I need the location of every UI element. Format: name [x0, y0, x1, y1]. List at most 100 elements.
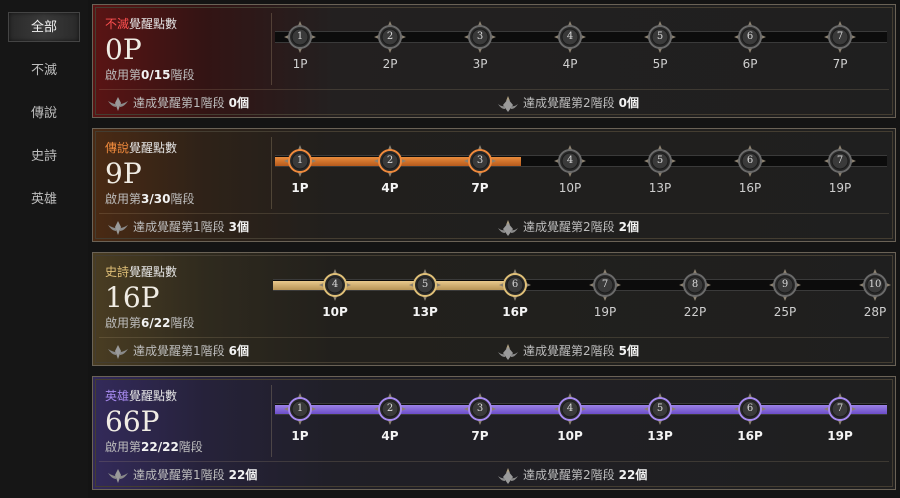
panel-title: 史詩覺醒點數	[105, 263, 265, 280]
stage-value: 0/15	[141, 68, 171, 82]
sidebar-item-hero[interactable]: 英雄	[8, 185, 80, 215]
sidebar-item-immortal[interactable]: 不滅	[8, 56, 80, 86]
tier-name: 英雄	[105, 389, 130, 403]
node-number: 1	[296, 31, 304, 42]
awakening-node[interactable]: 9	[768, 268, 802, 302]
node-number: 6	[511, 279, 519, 290]
awakening-node[interactable]: 1	[283, 144, 317, 178]
title-suffix: 覺醒點數	[129, 141, 178, 155]
stage1-summary: 達成覺醒第1階段 22個	[107, 465, 257, 485]
awakening-node[interactable]: 2	[373, 144, 407, 178]
awakening-node[interactable]: 5	[643, 20, 677, 54]
stage1-summary: 達成覺醒第1階段 6個	[107, 341, 249, 361]
node-number: 6	[746, 155, 754, 166]
node-number: 10	[868, 279, 882, 290]
divider	[271, 137, 272, 209]
stage-value: 6/22	[141, 316, 171, 330]
node-number: 6	[746, 403, 754, 414]
awakening-node[interactable]: 3	[463, 144, 497, 178]
stage2-text: 達成覺醒第2階段	[523, 220, 615, 234]
panel-title: 英雄覺醒點數	[105, 387, 265, 404]
awakening-node[interactable]: 1	[283, 20, 317, 54]
winged-crest-icon	[107, 95, 129, 113]
awakening-node[interactable]: 8	[678, 268, 712, 302]
tier-name: 史詩	[105, 265, 130, 279]
stage-value: 22/22	[141, 440, 179, 454]
stage-suffix: 階段	[170, 68, 195, 82]
awakening-node[interactable]: 3	[463, 392, 497, 426]
node-cost-label: 13P	[648, 181, 672, 195]
awakening-node[interactable]: 1	[283, 392, 317, 426]
awakening-node[interactable]: 5	[408, 268, 442, 302]
node-number: 4	[566, 31, 574, 42]
awakening-node[interactable]: 10	[858, 268, 892, 302]
awakening-node[interactable]: 4	[553, 144, 587, 178]
sidebar: 全部 不滅 傳說 史詩 英雄	[0, 0, 88, 498]
awakening-node[interactable]: 6	[733, 20, 767, 54]
stage2-count: 0個	[618, 96, 639, 110]
awakening-node[interactable]: 2	[373, 392, 407, 426]
awakening-node[interactable]: 7	[823, 20, 857, 54]
node-cost-label: 19P	[593, 305, 617, 319]
stage-progress: 啟用第22/22階段	[105, 438, 265, 455]
node-number: 1	[296, 155, 304, 166]
awakening-node[interactable]: 4	[553, 392, 587, 426]
awakening-node[interactable]: 5	[643, 144, 677, 178]
awakening-panel-epic: 史詩覺醒點數 16P 啟用第6/22階段 4 10P 5 13P 6 16P 7 19P 8 22…	[92, 252, 896, 366]
tier-name: 不滅	[105, 17, 130, 31]
stage1-text: 達成覺醒第1階段	[133, 344, 225, 358]
node-number: 5	[656, 31, 664, 42]
node-cost-label: 19P	[828, 181, 852, 195]
sidebar-item-epic[interactable]: 史詩	[8, 142, 80, 172]
node-cost-label: 16P	[738, 181, 762, 195]
stage-suffix: 階段	[178, 440, 203, 454]
node-cost-label: 4P	[381, 181, 399, 195]
node-number: 3	[476, 403, 484, 414]
awakening-points: 16P	[105, 281, 160, 314]
awakening-node[interactable]: 6	[733, 144, 767, 178]
awakening-node[interactable]: 2	[373, 20, 407, 54]
awakening-node[interactable]: 7	[823, 392, 857, 426]
node-cost-label: 4P	[562, 57, 578, 71]
node-number: 7	[836, 31, 844, 42]
stage-suffix: 階段	[170, 192, 195, 206]
stage1-text: 達成覺醒第1階段	[133, 468, 225, 482]
node-cost-label: 7P	[832, 57, 848, 71]
stage-progress: 啟用第6/22階段	[105, 314, 265, 331]
stage2-summary: 達成覺醒第2階段 22個	[497, 465, 647, 485]
title-suffix: 覺醒點數	[129, 389, 178, 403]
panel-title: 不滅覺醒點數	[105, 15, 265, 32]
flame-crest-icon	[497, 95, 519, 113]
stage1-count: 22個	[228, 468, 258, 482]
stage-suffix: 階段	[170, 316, 195, 330]
node-cost-label: 16P	[737, 429, 763, 443]
node-number: 3	[476, 31, 484, 42]
node-cost-label: 22P	[683, 305, 707, 319]
node-number: 5	[656, 403, 664, 414]
awakening-node[interactable]: 5	[643, 392, 677, 426]
awakening-node[interactable]: 4	[553, 20, 587, 54]
stage-prefix: 啟用第	[105, 316, 142, 330]
title-suffix: 覺醒點數	[129, 265, 178, 279]
stage1-text: 達成覺醒第1階段	[133, 220, 225, 234]
divider	[99, 337, 889, 338]
awakening-node[interactable]: 7	[823, 144, 857, 178]
awakening-node[interactable]: 6	[498, 268, 532, 302]
node-cost-label: 2P	[382, 57, 398, 71]
awakening-node[interactable]: 7	[588, 268, 622, 302]
awakening-points: 9P	[105, 157, 142, 190]
stage2-text: 達成覺醒第2階段	[523, 96, 615, 110]
panel-summary: 史詩覺醒點數 16P 啟用第6/22階段	[105, 263, 265, 331]
sidebar-item-legend[interactable]: 傳說	[8, 99, 80, 129]
sidebar-item-all[interactable]: 全部	[8, 12, 80, 42]
awakening-node[interactable]: 4	[318, 268, 352, 302]
divider	[99, 213, 889, 214]
awakening-panel-hero: 英雄覺醒點數 66P 啟用第22/22階段 1 1P 2 4P 3 7P 4 10P 5 13P 6…	[92, 376, 896, 490]
awakening-points: 0P	[105, 33, 142, 66]
stage1-count: 0個	[228, 96, 249, 110]
awakening-node[interactable]: 6	[733, 392, 767, 426]
node-cost-label: 7P	[471, 181, 489, 195]
awakening-node[interactable]: 3	[463, 20, 497, 54]
flame-crest-icon	[497, 467, 519, 485]
stage-progress: 啟用第0/15階段	[105, 66, 265, 83]
